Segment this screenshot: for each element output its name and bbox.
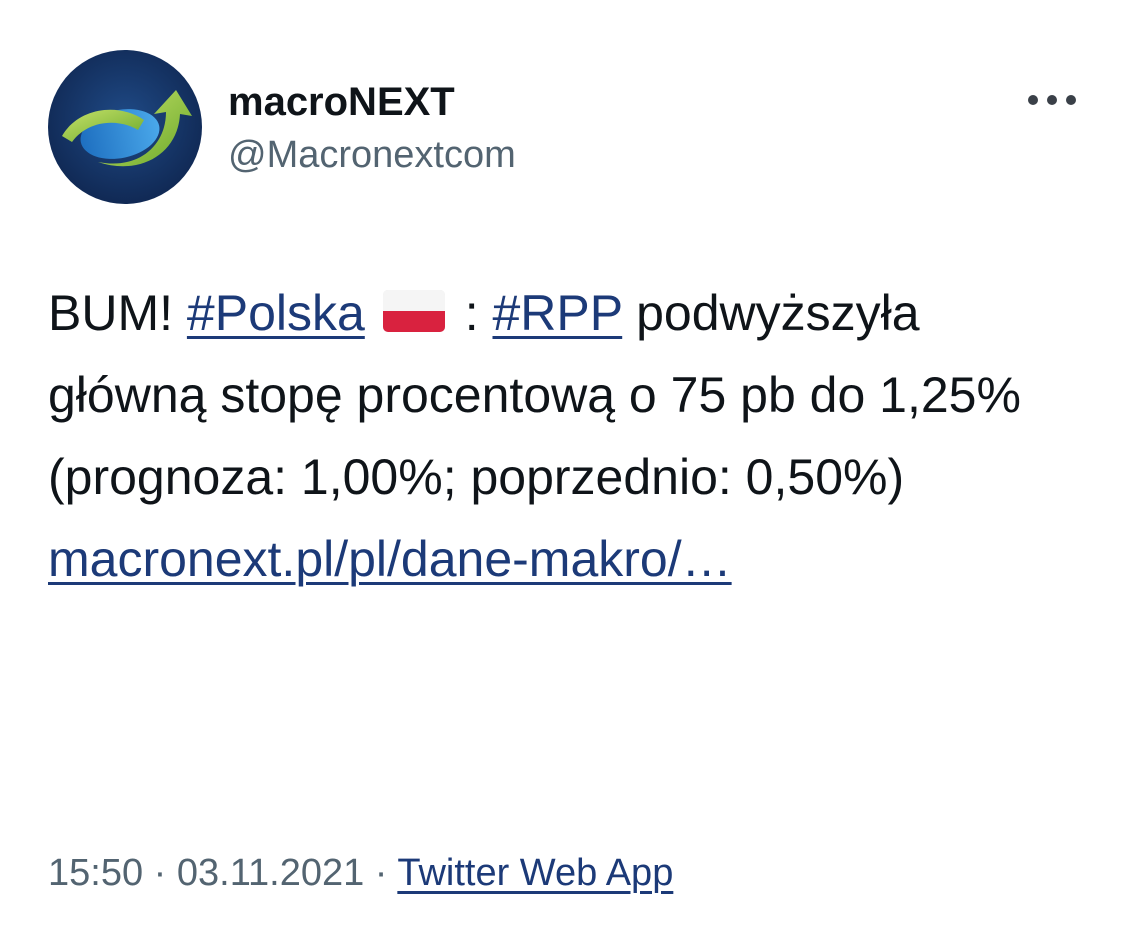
meta-separator: · — [143, 852, 177, 894]
poland-flag-icon — [382, 290, 445, 332]
more-dot — [1028, 95, 1038, 105]
hashtag-polska-link[interactable]: #Polska — [187, 285, 365, 341]
article-link[interactable]: macronext.pl/pl/dane-makro/… — [48, 531, 732, 587]
tweet-prefix: BUM! — [48, 285, 187, 341]
source-link[interactable]: Twitter Web App — [397, 852, 673, 894]
hashtag-rpp-link[interactable]: #RPP — [492, 285, 622, 341]
more-dot — [1066, 95, 1076, 105]
tweet-separator: : — [450, 285, 493, 341]
tweet-meta: 15:50 · 03.11.2021 · Twitter Web App — [48, 848, 673, 898]
more-dot — [1047, 95, 1057, 105]
tweet-time[interactable]: 15:50 — [48, 852, 143, 894]
display-name[interactable]: macroNEXT — [228, 78, 455, 126]
macronext-logo-icon — [48, 50, 202, 204]
avatar[interactable] — [48, 50, 202, 204]
tweet-date[interactable]: 03.11.2021 — [177, 852, 364, 894]
account-handle[interactable]: @Macronextcom — [228, 132, 516, 178]
more-icon[interactable] — [1028, 86, 1076, 114]
tweet-text: BUM! #Polska : #RPP podwyższyła główną s… — [48, 272, 1088, 600]
meta-separator: · — [364, 852, 398, 894]
